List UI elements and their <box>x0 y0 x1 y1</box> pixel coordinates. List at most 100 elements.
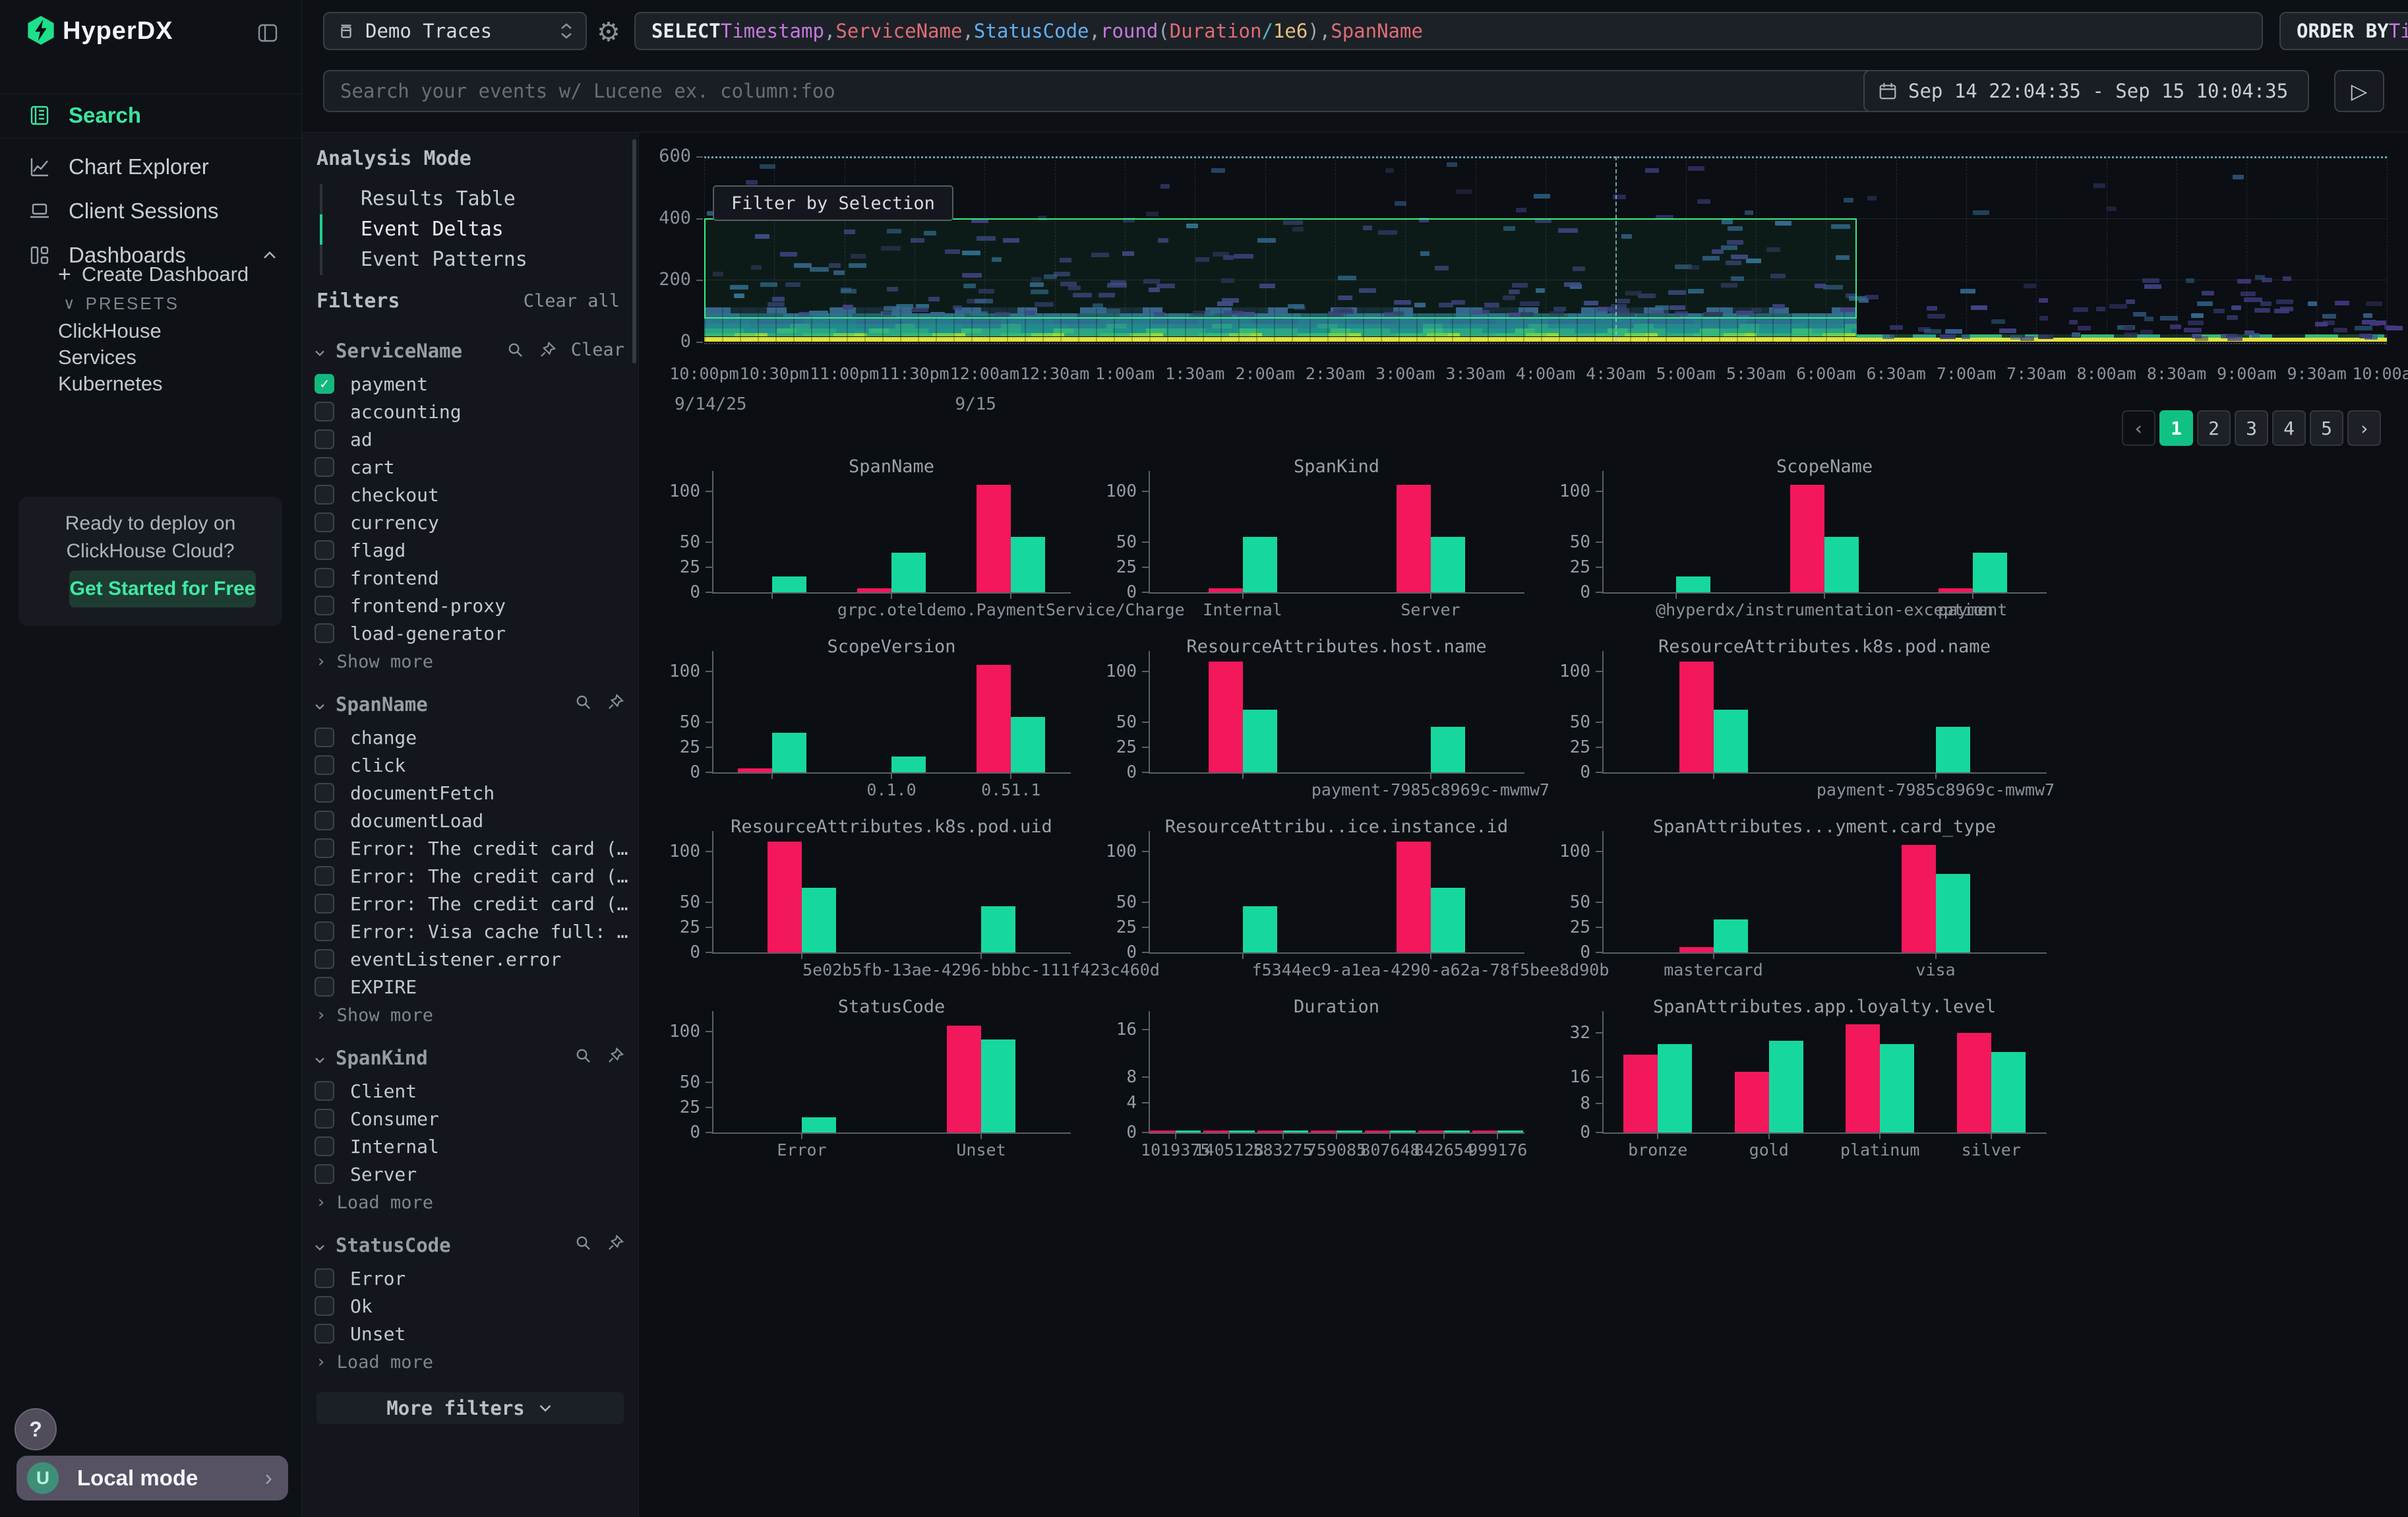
checkbox[interactable] <box>315 1296 334 1316</box>
filter-option-checkout[interactable]: checkout <box>301 481 639 509</box>
pagination-next[interactable]: › <box>2347 410 2381 446</box>
filter-group-name[interactable]: StatusCode <box>336 1234 451 1256</box>
filter-option-documentload[interactable]: documentLoad <box>301 807 639 834</box>
clear-all-filters-link[interactable]: Clear all <box>524 291 620 311</box>
heatmap-selection-brush[interactable] <box>704 218 1857 319</box>
filter-option-error-visa-cache-full-[interactable]: Error: Visa cache full: … <box>301 917 639 945</box>
chevron-down-icon[interactable] <box>312 345 328 361</box>
chevron-down-icon[interactable] <box>312 698 328 714</box>
checkbox[interactable] <box>315 838 334 858</box>
search-icon[interactable] <box>574 1047 592 1065</box>
show-more-link[interactable]: ›Show more <box>301 1001 639 1030</box>
checkbox[interactable] <box>315 949 334 969</box>
checkbox[interactable] <box>315 568 334 588</box>
load-more-link[interactable]: ›Load more <box>301 1188 639 1217</box>
filter-option-frontend-proxy[interactable]: frontend-proxy <box>301 592 639 619</box>
filter-group-name[interactable]: SpanKind <box>336 1047 428 1069</box>
filter-by-selection-button[interactable]: Filter by Selection <box>713 185 953 221</box>
order-by-input[interactable]: ORDER BY Timestamp DESC <box>2279 12 2408 50</box>
checkbox[interactable] <box>315 1109 334 1129</box>
checkbox[interactable] <box>315 755 334 775</box>
analysis-mode-event-patterns[interactable]: Event Patterns <box>320 245 527 275</box>
checkbox[interactable] <box>315 866 334 886</box>
filter-option-error-the-credit-card-[interactable]: Error: The credit card (… <box>301 890 639 917</box>
checkbox[interactable] <box>315 623 334 643</box>
checkbox[interactable] <box>315 457 334 477</box>
filter-option-ok[interactable]: Ok <box>301 1292 639 1320</box>
checkbox[interactable] <box>315 1136 334 1156</box>
filter-option-consumer[interactable]: Consumer <box>301 1105 639 1132</box>
pagination-page-3[interactable]: 3 <box>2235 410 2268 446</box>
filter-option-eventlistener-error[interactable]: eventListener.error <box>301 945 639 973</box>
checkbox[interactable] <box>315 728 334 747</box>
checkbox[interactable]: ✓ <box>315 374 334 394</box>
filter-option-unset[interactable]: Unset <box>301 1320 639 1347</box>
pagination-prev[interactable]: ‹ <box>2122 410 2155 446</box>
checkbox[interactable] <box>315 540 334 560</box>
create-dashboard-button[interactable]: + Create Dashboard <box>0 259 301 290</box>
collapse-sidebar-icon[interactable] <box>256 21 280 45</box>
filter-option-flagd[interactable]: flagd <box>301 536 639 564</box>
run-query-button[interactable]: ▷ <box>2334 70 2384 112</box>
sidebar-item-client-sessions[interactable]: Client Sessions <box>0 190 301 232</box>
pagination-page-5[interactable]: 5 <box>2310 410 2343 446</box>
filter-option-server[interactable]: Server <box>301 1160 639 1188</box>
filter-option-accounting[interactable]: accounting <box>301 398 639 425</box>
filter-option-documentfetch[interactable]: documentFetch <box>301 779 639 807</box>
checkbox[interactable] <box>315 811 334 830</box>
filter-option-cart[interactable]: cart <box>301 453 639 481</box>
source-select[interactable]: Demo Traces <box>323 12 587 50</box>
pagination-page-4[interactable]: 4 <box>2272 410 2306 446</box>
filter-option-change[interactable]: change <box>301 724 639 751</box>
search-icon[interactable] <box>574 693 592 711</box>
date-range-picker[interactable]: Sep 14 22:04:35 - Sep 15 10:04:35 <box>1863 70 2309 112</box>
heatmap-plot[interactable] <box>704 156 2387 342</box>
sidebar-item-search[interactable]: Search <box>0 94 301 137</box>
filter-option-internal[interactable]: Internal <box>301 1132 639 1160</box>
user-menu[interactable]: U Local mode › <box>16 1456 288 1501</box>
chevron-down-icon[interactable] <box>312 1052 328 1068</box>
filter-option-load-generator[interactable]: load-generator <box>301 619 639 647</box>
help-button[interactable]: ? <box>15 1408 57 1450</box>
pin-icon[interactable] <box>607 1047 624 1065</box>
checkbox[interactable] <box>315 1268 334 1288</box>
sidebar-item-chart-explorer[interactable]: Chart Explorer <box>0 146 301 188</box>
sidebar-item-kubernetes[interactable]: Kubernetes <box>0 368 301 400</box>
pin-icon[interactable] <box>607 1234 624 1252</box>
filter-option-expire[interactable]: EXPIRE <box>301 973 639 1001</box>
search-icon[interactable] <box>574 1234 592 1252</box>
checkbox[interactable] <box>315 977 334 997</box>
checkbox[interactable] <box>315 402 334 421</box>
filter-option-currency[interactable]: currency <box>301 509 639 536</box>
analysis-mode-results-table[interactable]: Results Table <box>320 184 527 214</box>
filter-option-ad[interactable]: ad <box>301 425 639 453</box>
search-icon[interactable] <box>506 341 524 359</box>
pagination-page-1[interactable]: 1 <box>2159 410 2193 446</box>
load-more-link[interactable]: ›Load more <box>301 1347 639 1377</box>
filter-option-error-the-credit-card-[interactable]: Error: The credit card (… <box>301 834 639 862</box>
pagination-page-2[interactable]: 2 <box>2197 410 2231 446</box>
checkbox[interactable] <box>315 783 334 803</box>
filter-group-name[interactable]: SpanName <box>336 693 428 716</box>
sql-select-input[interactable]: SELECT Timestamp, ServiceName, StatusCod… <box>634 12 2263 50</box>
filter-option-client[interactable]: Client <box>301 1077 639 1105</box>
show-more-link[interactable]: ›Show more <box>301 647 639 676</box>
checkbox[interactable] <box>315 512 334 532</box>
filter-option-payment[interactable]: ✓payment <box>301 370 639 398</box>
search-input[interactable] <box>323 70 2123 112</box>
chevron-down-icon[interactable] <box>312 1239 328 1255</box>
presets-toggle[interactable]: ∨ PRESETS <box>0 288 301 319</box>
pin-icon[interactable] <box>539 341 557 359</box>
checkbox[interactable] <box>315 429 334 449</box>
pin-icon[interactable] <box>607 693 624 711</box>
analysis-mode-event-deltas[interactable]: Event Deltas <box>320 214 527 245</box>
filter-option-click[interactable]: click <box>301 751 639 779</box>
gear-icon[interactable]: ⚙ <box>597 17 620 47</box>
checkbox[interactable] <box>315 1324 334 1344</box>
filter-option-error[interactable]: Error <box>301 1264 639 1292</box>
checkbox[interactable] <box>315 1164 334 1184</box>
filter-group-clear-link[interactable]: Clear <box>571 340 624 360</box>
checkbox[interactable] <box>315 596 334 615</box>
filter-option-error-the-credit-card-[interactable]: Error: The credit card (… <box>301 862 639 890</box>
checkbox[interactable] <box>315 1081 334 1101</box>
